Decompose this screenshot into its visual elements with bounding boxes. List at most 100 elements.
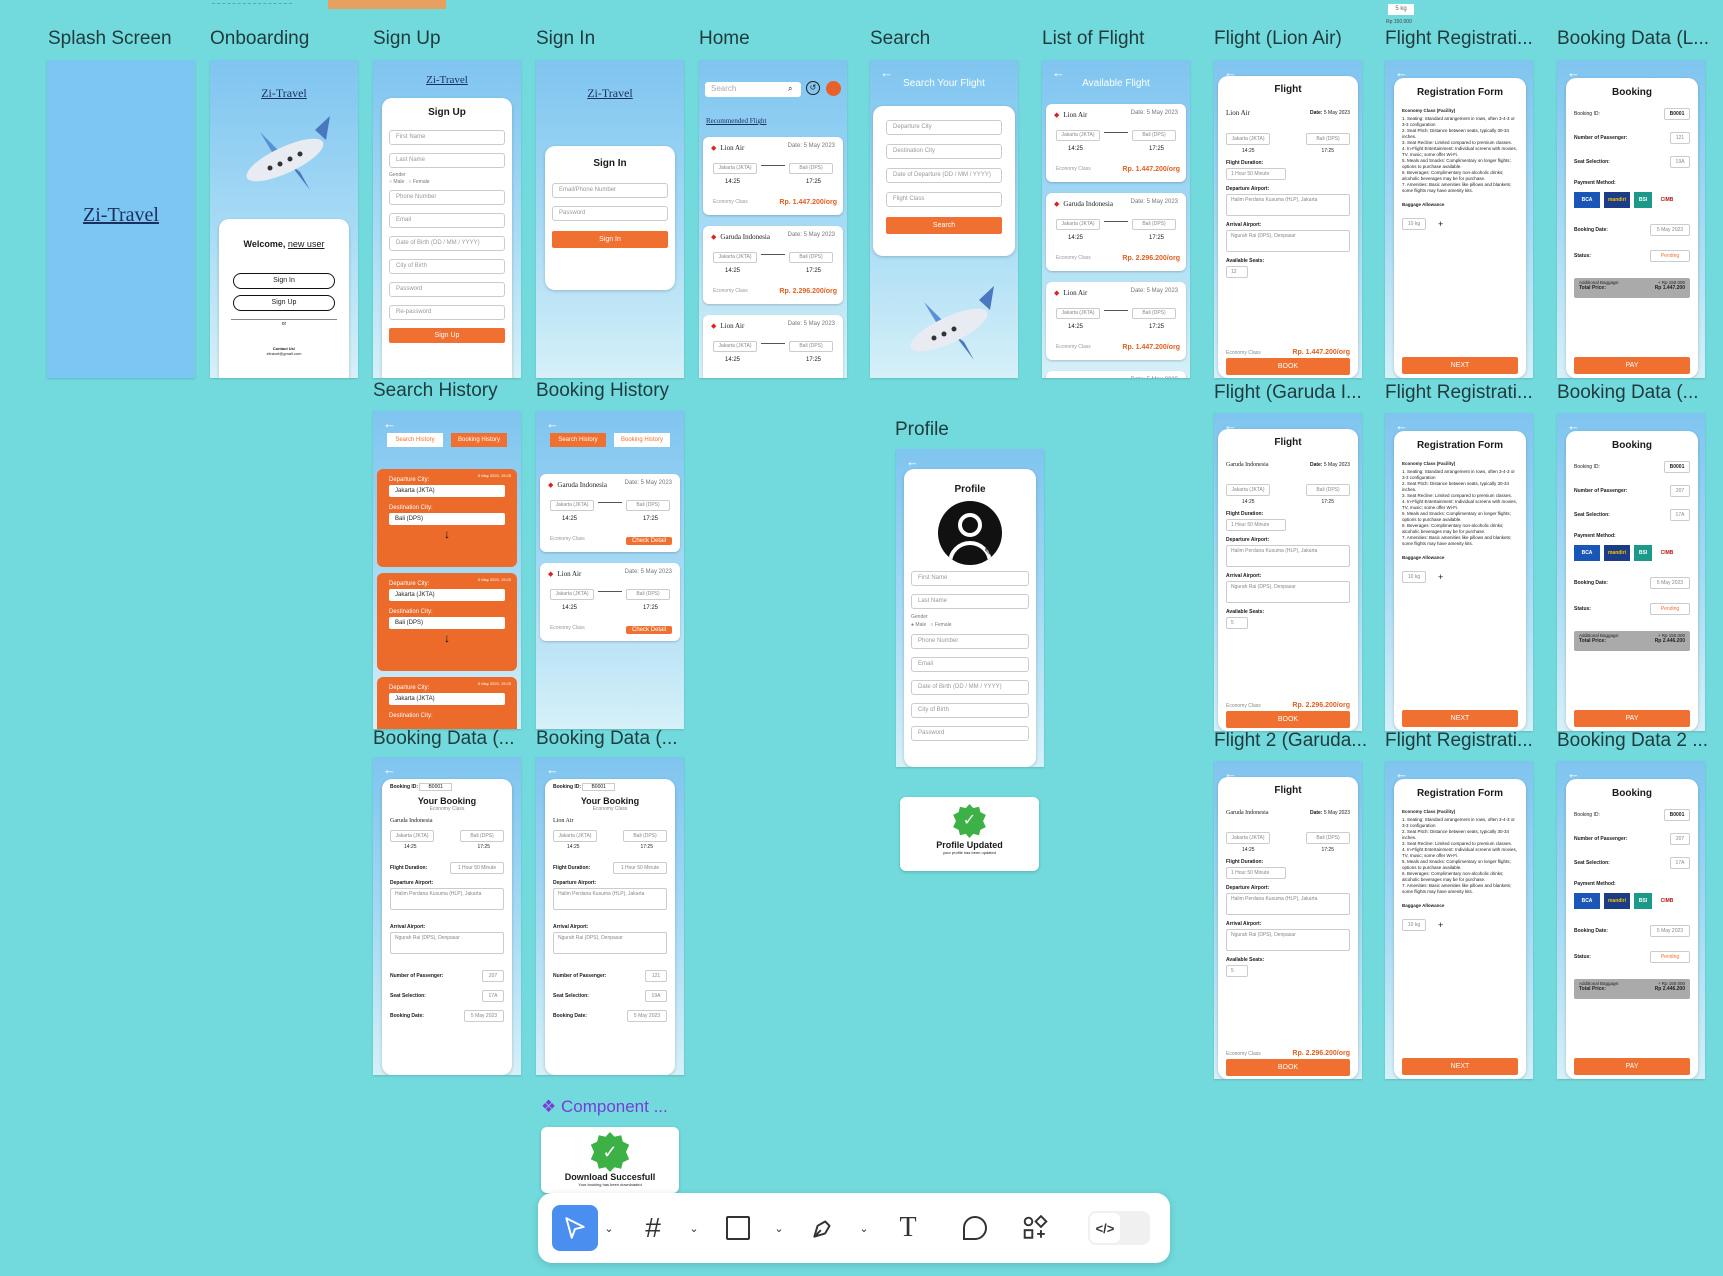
frame-title-booking-data3[interactable]: Booking Data 2 ... [1557,730,1708,752]
back-arrow-icon[interactable]: ← [546,763,559,776]
plus-icon[interactable]: + [1438,219,1443,229]
signin-password-field[interactable]: Password [552,206,668,221]
profile-avatar-icon[interactable] [826,81,841,96]
flight-card[interactable]: Lion Air Date: 5 May 2023 Jakarta (JKTA) B… [1046,104,1186,182]
password-field[interactable]: Password [389,282,505,297]
frame-title-flight-reg2[interactable]: Flight Registrati... [1385,382,1533,404]
baggage-stepper[interactable]: 10 kg + [1402,571,1518,583]
pay-button[interactable]: PAY [1574,710,1690,727]
book-button[interactable]: BOOK [1226,358,1350,375]
bca-option[interactable]: BCA [1574,893,1600,909]
search-icon[interactable]: ⌕ [788,84,792,94]
frame-title-booking-data1[interactable]: Booking Data (L... [1557,28,1709,50]
frame-title-signup[interactable]: Sign Up [373,28,441,50]
first-name-field[interactable]: First Name [389,130,505,145]
flight-card[interactable]: Garuda Indonesia Date: 5 May 2023 Jakarta… [703,226,843,304]
home-search-input[interactable]: Search [705,82,801,97]
frame-title-search[interactable]: Search [870,28,930,50]
frame-title-booking-data-g[interactable]: Booking Data (... [373,728,515,750]
gender-radio[interactable]: ○ Male ○ Female [389,179,505,185]
signin-button[interactable]: Sign In [552,231,668,248]
frame-title-flight-reg3[interactable]: Flight Registrati... [1385,730,1533,752]
mandiri-option[interactable]: mandiri [1604,192,1630,208]
back-arrow-icon[interactable]: ← [383,763,396,776]
book-button[interactable]: BOOK [1226,711,1350,728]
mandiri-option[interactable]: mandiri [1604,893,1630,909]
frame-title-profile[interactable]: Profile [895,419,949,441]
back-arrow-icon[interactable]: ← [906,455,919,468]
plus-icon[interactable]: + [1438,920,1443,930]
code-icon[interactable]: </> [1090,1213,1120,1243]
baggage-stepper[interactable]: 10 kg + [1402,919,1518,931]
dob-field[interactable]: Date of Birth (DD / MM / YYYY) [389,236,505,251]
profile-dob-field[interactable]: Date of Birth (DD / MM / YYYY) [911,680,1029,695]
frame-title-flight-reg1[interactable]: Flight Registrati... [1385,28,1533,50]
bsi-option[interactable]: BSI [1634,893,1652,909]
dev-mode-toggle[interactable]: </> [1088,1211,1150,1245]
edit-pencil-icon[interactable]: ✎ [984,545,1000,559]
frame-title-signin[interactable]: Sign In [536,28,595,50]
tab-search-history[interactable]: Search History [550,433,606,447]
search-history-card[interactable]: 5 May 2023, 15:25 Departure City: Jakart… [377,469,517,567]
profile-gender-radio[interactable]: ● Male ○ Female [911,622,1029,628]
frame-title-flight-garuda[interactable]: Flight (Garuda I... [1214,382,1362,404]
flight-card[interactable]: Lion Air Date: 5 May 2023 Jakarta (JKTA) B… [703,137,843,215]
bsi-option[interactable]: BSI [1634,545,1652,561]
mandiri-option[interactable]: mandiri [1604,545,1630,561]
history-icon[interactable]: ↺ [806,81,820,95]
flight-class-field[interactable]: Flight Class [886,192,1002,207]
onboarding-signin-button[interactable]: Sign In [233,273,335,289]
plus-icon[interactable]: + [1438,572,1443,582]
search-history-card[interactable]: 5 May 2023, 15:25 Departure City: Jakart… [377,573,517,671]
signin-email-field[interactable]: Email/Phone Number [552,183,668,198]
arrow-down-icon[interactable]: ↓ [377,527,517,541]
frame-title-booking-history[interactable]: Booking History [536,380,669,402]
frame-title-splash[interactable]: Splash Screen [48,28,172,50]
departure-date-field[interactable]: Date of Departure (DD / MM / YYYY) [886,168,1002,183]
email-field[interactable]: Email [389,213,505,228]
flight-card[interactable]: Lion Air Date: 5 May 2023 Jakarta (JKTA) B… [703,315,843,378]
destination-city-field[interactable]: Destination City [886,144,1002,159]
cimb-option[interactable]: CIMB [1656,545,1678,561]
pay-button[interactable]: PAY [1574,357,1690,374]
frame-title-flight-lion[interactable]: Flight (Lion Air) [1214,28,1342,50]
city-field[interactable]: City of Birth [389,259,505,274]
move-tool-icon[interactable] [552,1205,598,1251]
check-detail-button[interactable]: Check Detail [625,626,672,634]
bca-option[interactable]: BCA [1574,192,1600,208]
component-title[interactable]: ❖ Component ... [541,1097,668,1117]
book-button[interactable]: BOOK [1226,1059,1350,1076]
tab-booking-history[interactable]: Booking History [451,433,507,447]
frame-title-list[interactable]: List of Flight [1042,28,1144,50]
comment-tool-icon[interactable] [958,1211,992,1245]
chevron-down-icon[interactable]: ⌄ [772,1218,786,1238]
search-history-card[interactable]: 5 May 2023, 15:25 Departure City: Jakart… [377,677,517,729]
last-name-field[interactable]: Last Name [389,153,505,168]
profile-email-field[interactable]: Email [911,657,1029,672]
back-arrow-icon[interactable]: ← [383,417,396,430]
frame-title-onboarding[interactable]: Onboarding [210,28,309,50]
flight-card[interactable]: Date: 5 May 2023 [1046,371,1186,378]
payment-methods[interactable]: BCA mandiri BSI CIMB [1574,541,1690,561]
frame-title-booking-data-l[interactable]: Booking Data (... [536,728,678,750]
frame-title-flight2-garuda[interactable]: Flight 2 (Garuda... [1214,730,1367,752]
pen-tool-icon[interactable] [806,1211,840,1245]
frame-title-home[interactable]: Home [699,28,750,50]
flight-card[interactable]: Lion Air Date: 5 May 2023 Jakarta (JKTA) B… [1046,282,1186,360]
flight-card[interactable]: Garuda Indonesia Date: 5 May 2023 Jakarta… [1046,193,1186,271]
bca-option[interactable]: BCA [1574,545,1600,561]
baggage-stepper[interactable]: 10 kg + [1402,218,1518,230]
chevron-down-icon[interactable]: ⌄ [857,1218,871,1238]
back-arrow-icon[interactable]: ← [546,417,559,430]
cimb-option[interactable]: CIMB [1656,893,1678,909]
search-button[interactable]: Search [886,217,1002,234]
profile-city-field[interactable]: City of Birth [911,703,1029,718]
profile-phone-field[interactable]: Phone Number [911,634,1029,649]
next-button[interactable]: NEXT [1402,357,1518,374]
onboarding-signup-button[interactable]: Sign Up [233,295,335,311]
next-button[interactable]: NEXT [1402,1058,1518,1075]
departure-city-field[interactable]: Departure City [886,120,1002,135]
phone-field[interactable]: Phone Number [389,190,505,205]
chevron-down-icon[interactable]: ⌄ [602,1218,616,1238]
frame-title-search-history[interactable]: Search History [373,380,498,402]
